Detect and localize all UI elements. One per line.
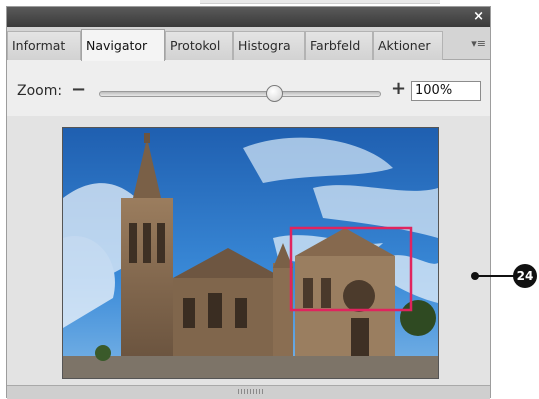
panel-menu-icon[interactable]: ▾≡: [471, 37, 486, 50]
tab-histogramm[interactable]: Histogra: [233, 31, 305, 60]
zoom-slider-knob[interactable]: [265, 85, 283, 102]
zoom-in-icon[interactable]: +: [391, 78, 406, 99]
zoom-value-field[interactable]: 100%: [411, 81, 481, 101]
navigator-panel: × Informat Navigator Protokol Histogra F…: [6, 6, 491, 399]
tab-aktionen[interactable]: Aktioner: [373, 31, 443, 60]
church-photo: [63, 128, 438, 378]
navigator-thumbnail[interactable]: [62, 127, 439, 379]
plaza: [63, 356, 438, 378]
callout-dot: [471, 272, 479, 280]
tab-farbfelder[interactable]: Farbfeld: [305, 31, 373, 60]
panel-resize-bar[interactable]: [7, 385, 490, 399]
tab-protokoll[interactable]: Protokol: [165, 31, 233, 60]
panel-titlebar[interactable]: ×: [7, 7, 490, 27]
close-icon[interactable]: ×: [473, 8, 484, 26]
panel-tab-bar: Informat Navigator Protokol Histogra Far…: [7, 27, 490, 61]
tab-navigator[interactable]: Navigator: [81, 29, 165, 61]
navigator-preview-area: [7, 116, 490, 385]
zoom-out-icon[interactable]: −: [71, 79, 86, 100]
zoom-controls: Zoom: − + 100%: [7, 60, 490, 116]
callout-line: [475, 275, 517, 277]
zoom-slider[interactable]: [99, 85, 381, 102]
background-panel-edge: [200, 0, 440, 4]
zoom-label: Zoom:: [17, 83, 63, 99]
tab-informationen[interactable]: Informat: [7, 31, 81, 60]
callout-number-badge: 24: [513, 264, 537, 288]
